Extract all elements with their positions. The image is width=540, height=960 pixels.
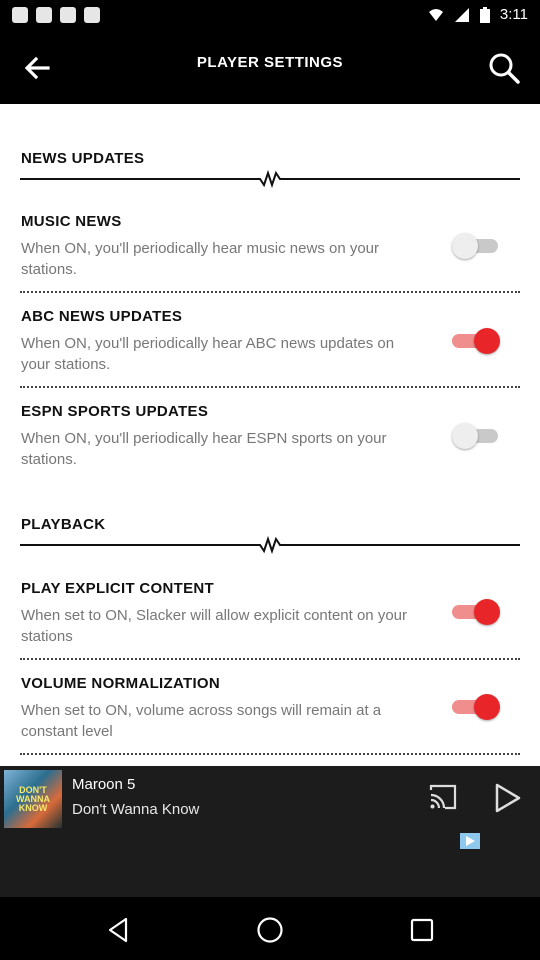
section-divider <box>20 169 520 189</box>
music-news-toggle[interactable] <box>452 233 502 259</box>
triangle-back-icon[interactable] <box>104 915 134 945</box>
abc-news-toggle[interactable] <box>452 328 502 354</box>
artist-name: Maroon 5 <box>72 776 136 793</box>
setting-title-explicit-content: PLAY EXPLICIT CONTENT <box>21 580 214 597</box>
volume-normalization-toggle[interactable] <box>452 694 502 720</box>
setting-desc-abc-news: When ON, you'll periodically hear ABC ne… <box>21 335 395 373</box>
battery-icon <box>479 6 490 23</box>
square-recents-icon[interactable] <box>407 915 437 945</box>
notification-icon <box>60 7 76 23</box>
signal-icon <box>454 7 469 22</box>
toggle-knob <box>474 694 500 720</box>
setting-title-espn-sports: ESPN SPORTS UPDATES <box>21 403 209 420</box>
clock: 3:11 <box>499 6 528 23</box>
ad-choices-icon[interactable] <box>460 833 480 849</box>
setting-desc-espn-sports: When ON, you'll periodically hear ESPN s… <box>21 430 387 468</box>
notification-icon <box>84 7 100 23</box>
play-icon[interactable] <box>494 782 522 814</box>
wifi-icon <box>428 8 443 21</box>
setting-title-abc-news: ABC NEWS UPDATES <box>21 308 183 325</box>
cast-icon[interactable] <box>428 782 458 812</box>
setting-desc-explicit-content: When set to ON, Slacker will allow expli… <box>21 607 407 645</box>
explicit-content-toggle[interactable] <box>452 599 502 625</box>
notification-icon <box>12 7 28 23</box>
setting-desc-volume-normalization: When set to ON, volume across songs will… <box>21 702 382 740</box>
divider <box>20 386 520 388</box>
toggle-knob <box>474 599 500 625</box>
setting-title-music-news: MUSIC NEWS <box>21 213 122 230</box>
espn-sports-toggle[interactable] <box>452 423 502 449</box>
toggle-knob <box>474 328 500 354</box>
divider <box>20 658 520 660</box>
toggle-knob <box>452 423 478 449</box>
divider <box>20 753 520 755</box>
song-title: Don't Wanna Know <box>72 801 200 818</box>
setting-title-volume-normalization: VOLUME NORMALIZATION <box>21 675 221 692</box>
mini-player[interactable]: DON'T WANNA KNOW Maroon 5 Don't Wanna Kn… <box>0 766 540 897</box>
system-icons: 3:11 <box>428 6 528 23</box>
section-title-news-updates: NEWS UPDATES <box>21 150 145 167</box>
status-bar: 3:11 <box>0 0 540 32</box>
search-icon[interactable] <box>486 50 522 86</box>
setting-desc-music-news: When ON, you'll periodically hear music … <box>21 240 380 278</box>
section-title-playback: PLAYBACK <box>21 516 106 533</box>
navigation-bar <box>0 897 540 960</box>
app-bar: PLAYER SETTINGS <box>0 32 540 104</box>
circle-home-icon[interactable] <box>255 915 285 945</box>
toggle-knob <box>452 233 478 259</box>
page-title: PLAYER SETTINGS <box>196 54 344 71</box>
notification-icons <box>12 7 100 23</box>
album-art[interactable]: DON'T WANNA KNOW <box>4 770 62 828</box>
section-divider <box>20 535 520 555</box>
album-art-text: DON'T WANNA KNOW <box>16 784 50 813</box>
notification-icon <box>36 7 52 23</box>
divider <box>20 291 520 293</box>
